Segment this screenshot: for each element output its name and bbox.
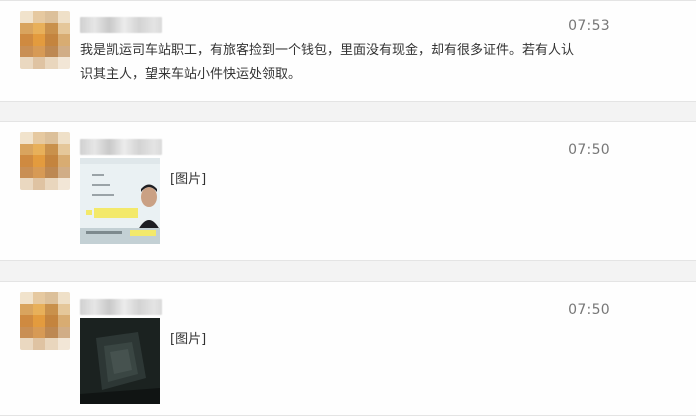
avatar[interactable] bbox=[20, 11, 70, 69]
post-time: 07:50 bbox=[568, 302, 610, 318]
author-name-blurred bbox=[80, 17, 162, 33]
id-card-photo-icon[interactable] bbox=[80, 158, 160, 244]
post-time: 07:50 bbox=[568, 142, 610, 158]
author-name-blurred bbox=[80, 139, 162, 155]
post-card-1: 07:53 我是凯运司车站职工，有旅客捡到一个钱包，里面没有现金，却有很多证件。… bbox=[0, 0, 696, 102]
dark-wallet-photo-icon[interactable] bbox=[80, 318, 160, 404]
image-label: [图片] bbox=[170, 332, 207, 347]
avatar[interactable] bbox=[20, 132, 70, 190]
author-name-blurred bbox=[80, 299, 162, 315]
post-time: 07:53 bbox=[568, 18, 610, 34]
avatar[interactable] bbox=[20, 292, 70, 350]
image-label: [图片] bbox=[170, 172, 207, 187]
post-text: 我是凯运司车站职工，有旅客捡到一个钱包，里面没有现金，却有很多证件。若有人认识其… bbox=[80, 43, 575, 82]
